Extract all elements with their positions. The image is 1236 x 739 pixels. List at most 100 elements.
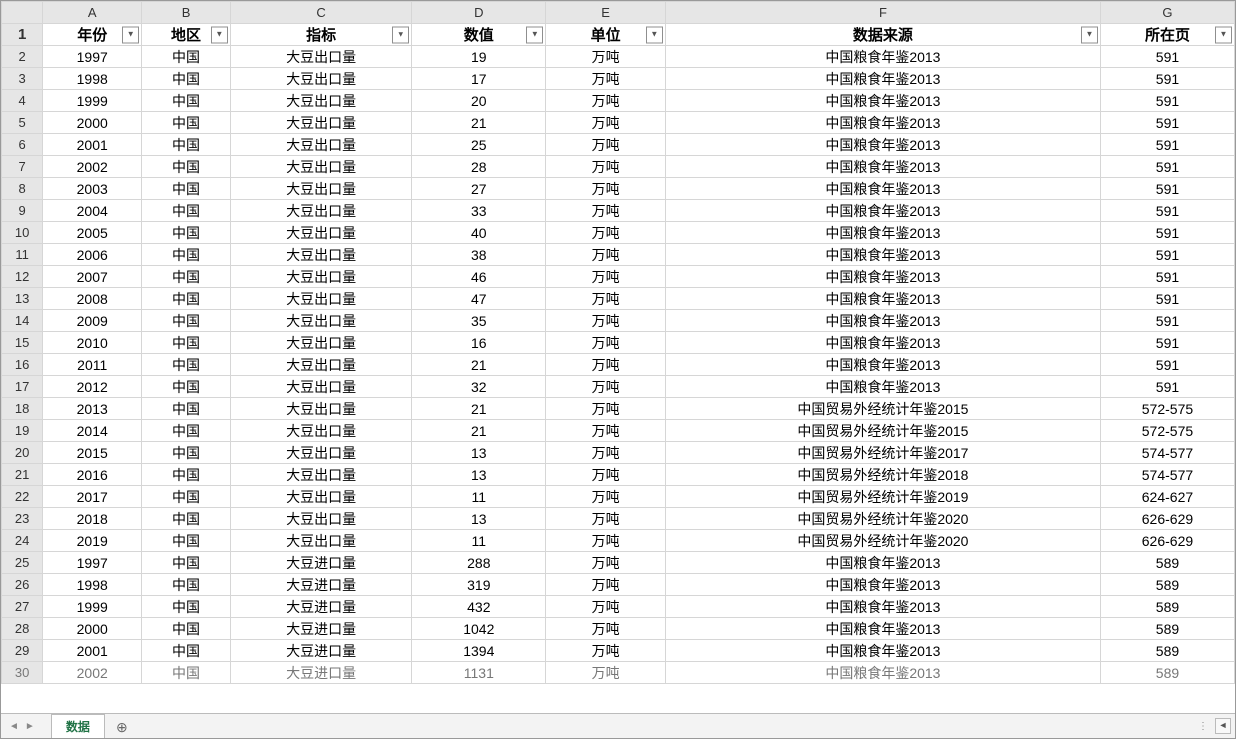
cell-G[interactable]: 626-629 [1100,530,1234,552]
filter-button-E[interactable]: ▼ [646,26,663,43]
cell-B[interactable]: 中国 [142,332,231,354]
row-header[interactable]: 14 [2,310,43,332]
row-header[interactable]: 10 [2,222,43,244]
cell-D[interactable]: 19 [412,46,546,68]
filter-button-B[interactable]: ▼ [211,26,228,43]
row-header[interactable]: 28 [2,618,43,640]
cell-D[interactable]: 13 [412,508,546,530]
cell-E[interactable]: 万吨 [546,266,666,288]
cell-G[interactable]: 626-629 [1100,508,1234,530]
cell-D[interactable]: 46 [412,266,546,288]
cell-B[interactable]: 中国 [142,530,231,552]
cell-D[interactable]: 17 [412,68,546,90]
cell-E[interactable]: 万吨 [546,288,666,310]
cell-B[interactable]: 中国 [142,552,231,574]
row-header[interactable]: 13 [2,288,43,310]
cell-D[interactable]: 16 [412,332,546,354]
cell-D[interactable]: 25 [412,134,546,156]
cell-E[interactable]: 万吨 [546,662,666,684]
cell-C[interactable]: 大豆出口量 [230,310,411,332]
cell-A[interactable]: 1999 [43,90,142,112]
cell-F[interactable]: 中国粮食年鉴2013 [665,288,1100,310]
cell-G[interactable]: 591 [1100,332,1234,354]
cell-A[interactable]: 1997 [43,46,142,68]
cell-E[interactable]: 万吨 [546,178,666,200]
cell-G[interactable]: 591 [1100,310,1234,332]
filter-button-C[interactable]: ▾ [392,26,409,43]
cell-C[interactable]: 大豆出口量 [230,486,411,508]
cell-G[interactable]: 589 [1100,574,1234,596]
cell-C[interactable]: 大豆进口量 [230,640,411,662]
cell-F[interactable]: 中国粮食年鉴2013 [665,310,1100,332]
cell-C[interactable]: 大豆出口量 [230,464,411,486]
cell-G[interactable]: 591 [1100,200,1234,222]
cell-F[interactable]: 中国粮食年鉴2013 [665,618,1100,640]
cell-A[interactable]: 2019 [43,530,142,552]
cell-A[interactable]: 1997 [43,552,142,574]
row-header[interactable]: 7 [2,156,43,178]
cell-F[interactable]: 中国粮食年鉴2013 [665,200,1100,222]
cell-F[interactable]: 中国粮食年鉴2013 [665,112,1100,134]
cell-C[interactable]: 大豆进口量 [230,596,411,618]
cell-C[interactable]: 大豆进口量 [230,618,411,640]
cell-D[interactable]: 21 [412,398,546,420]
cell-E[interactable]: 万吨 [546,244,666,266]
row-header[interactable]: 18 [2,398,43,420]
cell-G[interactable]: 591 [1100,288,1234,310]
cell-G[interactable]: 591 [1100,266,1234,288]
row-header[interactable]: 17 [2,376,43,398]
cell-F[interactable]: 中国粮食年鉴2013 [665,662,1100,684]
cell-B[interactable]: 中国 [142,178,231,200]
cell-E[interactable]: 万吨 [546,486,666,508]
tab-nav-next[interactable]: ► [23,721,37,732]
row-header[interactable]: 30 [2,662,43,684]
row-header[interactable]: 9 [2,200,43,222]
field-header-G[interactable]: 所在页▼ [1100,24,1234,46]
cell-E[interactable]: 万吨 [546,618,666,640]
field-header-D[interactable]: 数值▼ [412,24,546,46]
cell-E[interactable]: 万吨 [546,398,666,420]
cell-B[interactable]: 中国 [142,68,231,90]
cell-G[interactable]: 591 [1100,156,1234,178]
cell-F[interactable]: 中国贸易外经统计年鉴2019 [665,486,1100,508]
cell-G[interactable]: 574-577 [1100,442,1234,464]
col-header-D[interactable]: D [412,2,546,24]
row-header[interactable]: 12 [2,266,43,288]
row-header[interactable]: 24 [2,530,43,552]
cell-C[interactable]: 大豆出口量 [230,200,411,222]
cell-D[interactable]: 1394 [412,640,546,662]
cell-E[interactable]: 万吨 [546,222,666,244]
row-header[interactable]: 29 [2,640,43,662]
field-header-C[interactable]: 指标▾ [230,24,411,46]
cell-D[interactable]: 288 [412,552,546,574]
row-header[interactable]: 2 [2,46,43,68]
cell-C[interactable]: 大豆出口量 [230,442,411,464]
cell-G[interactable]: 589 [1100,662,1234,684]
cell-B[interactable]: 中国 [142,376,231,398]
filter-button-G[interactable]: ▼ [1215,26,1232,43]
cell-D[interactable]: 319 [412,574,546,596]
cell-E[interactable]: 万吨 [546,596,666,618]
cell-D[interactable]: 13 [412,464,546,486]
cell-E[interactable]: 万吨 [546,354,666,376]
add-sheet-button[interactable]: ⊕ [111,716,133,738]
cell-G[interactable]: 591 [1100,354,1234,376]
cell-G[interactable]: 591 [1100,134,1234,156]
cell-A[interactable]: 2016 [43,464,142,486]
cell-A[interactable]: 2005 [43,222,142,244]
cell-A[interactable]: 1998 [43,574,142,596]
cell-F[interactable]: 中国粮食年鉴2013 [665,552,1100,574]
cell-C[interactable]: 大豆出口量 [230,530,411,552]
cell-B[interactable]: 中国 [142,156,231,178]
cell-F[interactable]: 中国粮食年鉴2013 [665,178,1100,200]
cell-C[interactable]: 大豆出口量 [230,134,411,156]
col-header-C[interactable]: C [230,2,411,24]
cell-D[interactable]: 432 [412,596,546,618]
cell-A[interactable]: 2003 [43,178,142,200]
cell-A[interactable]: 2015 [43,442,142,464]
cell-A[interactable]: 2000 [43,112,142,134]
cell-B[interactable]: 中国 [142,596,231,618]
cell-E[interactable]: 万吨 [546,68,666,90]
cell-F[interactable]: 中国粮食年鉴2013 [665,68,1100,90]
cell-F[interactable]: 中国贸易外经统计年鉴2020 [665,508,1100,530]
